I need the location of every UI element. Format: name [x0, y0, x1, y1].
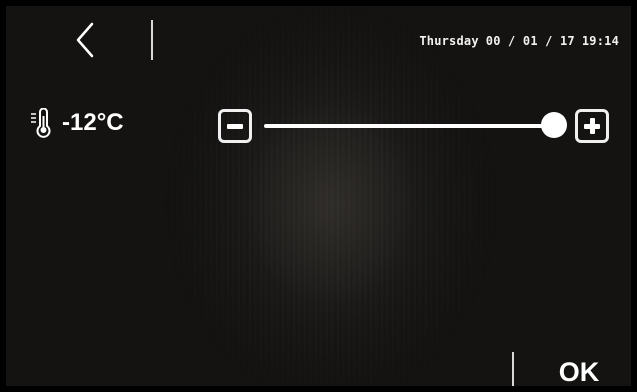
chevron-left-icon [76, 22, 94, 58]
footer-divider [512, 352, 514, 386]
header-divider [151, 20, 153, 60]
date-label: 00 / 01 / 17 [485, 34, 575, 48]
wood-background [6, 6, 631, 386]
minus-icon [227, 123, 243, 129]
date-time: Thursday 00 / 01 / 17 19:14 [419, 34, 619, 48]
day-label: Thursday [419, 34, 479, 48]
temperature-value: -12°C [62, 109, 124, 136]
oven-screen: Thursday 00 / 01 / 17 19:14 -12°C OK [0, 0, 637, 392]
increase-button[interactable] [575, 109, 609, 143]
temperature-readout: -12°C [30, 106, 124, 140]
temperature-slider-thumb[interactable] [541, 112, 567, 138]
time-label: 19:14 [581, 34, 619, 48]
back-button[interactable] [58, 18, 114, 62]
ok-button[interactable]: OK [528, 352, 630, 387]
thermometer-icon [31, 108, 51, 138]
temperature-slider-track[interactable] [264, 124, 556, 128]
decrease-button[interactable] [218, 109, 252, 143]
